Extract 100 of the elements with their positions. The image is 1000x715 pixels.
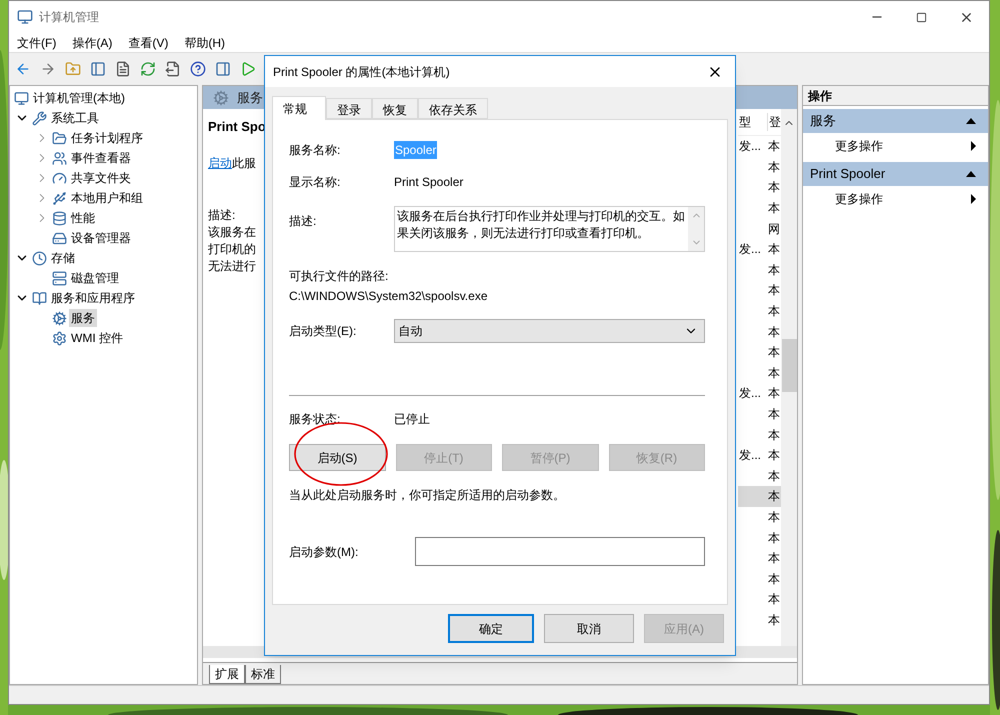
field-label: 可执行文件的路径:	[289, 268, 388, 285]
table-cell-text: 本	[768, 550, 780, 568]
field-label: 服务名称:	[289, 142, 342, 159]
tree-item[interactable]: 存储	[49, 249, 77, 267]
tree-item[interactable]: 计算机管理(本地)	[31, 89, 127, 107]
submenu-arrow-icon	[971, 194, 976, 204]
hint-text: 当从此处启动服务时，你可指定所适用的启动参数。	[289, 487, 565, 504]
tree-item[interactable]: 设备管理器	[69, 229, 133, 247]
table-cell-text: 本	[768, 344, 780, 362]
collapse-icon[interactable]	[966, 171, 976, 177]
table-cell: 发...	[739, 386, 762, 400]
usb-icon	[52, 190, 67, 206]
dialog-button[interactable]: 确定	[448, 614, 534, 643]
scrollbar[interactable]	[781, 109, 797, 646]
table-cell-text: 本	[768, 241, 780, 258]
book-icon	[32, 290, 47, 306]
description-box[interactable]: 该服务在后台执行打印作业并处理与打印机的交互。如果关闭该服务，则无法进行打印或查看打印机。	[394, 206, 705, 252]
table-cell-text: 本	[768, 200, 780, 218]
column-header: 型	[738, 113, 768, 131]
dialog-button[interactable]: 启动(S)	[289, 444, 386, 471]
users-icon	[52, 150, 67, 166]
tree-item[interactable]: 系统工具	[49, 109, 101, 127]
column-header: 登	[768, 114, 781, 131]
table-cell-text: 本	[768, 324, 780, 341]
tree-item[interactable]: 服务和应用程序	[49, 289, 137, 307]
table-cell-text: 本	[768, 612, 780, 629]
tree-item[interactable]: WMI 控件	[69, 329, 125, 347]
tree-item[interactable]: 任务计划程序	[69, 129, 145, 147]
table-cell-text: 本	[768, 406, 780, 424]
dialog-tab[interactable]: 依存关系	[418, 98, 488, 119]
description-text: 打印机的	[208, 240, 256, 258]
server-icon	[52, 270, 67, 286]
description-text: 无法进行	[208, 258, 256, 274]
table-cell-text: 本	[768, 468, 780, 485]
gear-icon	[52, 310, 67, 326]
computer-icon	[14, 90, 29, 106]
gear-icon	[52, 330, 67, 346]
table-cell-text: 本	[768, 488, 780, 506]
gauge-icon	[52, 170, 67, 186]
help-icon[interactable]	[188, 59, 208, 79]
table-cell-text: 本	[768, 385, 780, 402]
tree-item[interactable]: 磁盘管理	[69, 269, 121, 287]
description-label: 描述:	[208, 206, 236, 224]
table-cell-text: 本	[768, 530, 780, 547]
table-cell: 发...	[739, 242, 762, 256]
menu-item[interactable]: 文件(F)	[13, 34, 60, 52]
dialog-title: Print Spooler 的属性(本地计算机)	[273, 64, 451, 80]
tree-item[interactable]: 本地用户和组	[69, 189, 145, 207]
table-cell-text: 本	[768, 447, 780, 464]
startup-type-dropdown[interactable]: 自动	[394, 319, 705, 343]
section-header[interactable]: Print Spooler	[803, 162, 988, 186]
table-cell-text: 本	[768, 179, 780, 196]
table-cell-text: 本	[768, 591, 780, 608]
description-text: 该服务在	[208, 224, 256, 240]
menu-item[interactable]: 操作(A)	[68, 34, 116, 52]
table-cell-text: 网	[768, 220, 780, 238]
action-item[interactable]: 更多操作	[803, 186, 988, 212]
start-params-field[interactable]	[414, 537, 705, 566]
section-header[interactable]: 服务	[803, 109, 988, 133]
dialog-tab[interactable]: 登录	[326, 98, 372, 119]
table-row[interactable]: 本	[738, 486, 781, 507]
clock-icon	[32, 250, 47, 266]
service-title: Print Spo	[208, 118, 266, 136]
display-name-value: Print Spooler	[394, 174, 464, 191]
computer-icon	[17, 9, 33, 25]
wrench-icon	[32, 110, 47, 126]
dialog-tab[interactable]: 恢复	[372, 98, 418, 119]
path-value: C:\WINDOWS\System32\spoolsv.exe	[289, 288, 488, 305]
tree-item[interactable]: 事件查看器	[69, 149, 133, 167]
table-cell: 发...	[739, 139, 762, 154]
table-cell-text: 本	[768, 426, 780, 444]
tree-item[interactable]: 共享文件夹	[69, 169, 133, 187]
tree-item[interactable]: 服务	[69, 309, 97, 327]
gear-icon	[213, 90, 229, 106]
tree-item[interactable]: 性能	[69, 209, 97, 227]
dialog-tab[interactable]: 常规	[272, 96, 326, 120]
table-cell-text: 本	[768, 364, 780, 382]
start-link[interactable]: 启动	[208, 156, 232, 170]
maximize-icon	[916, 12, 927, 22]
actions-header: 操作	[803, 86, 988, 106]
table-cell-text: 本	[768, 262, 780, 279]
table-cell-text: 本	[768, 158, 780, 176]
drive-icon	[52, 230, 67, 246]
collapse-icon[interactable]	[966, 118, 976, 124]
menu-item[interactable]: 查看(V)	[124, 34, 172, 52]
view-tab[interactable]: 扩展	[209, 665, 245, 684]
scroll-thumb[interactable]	[782, 339, 796, 392]
view-tab[interactable]: 标准	[245, 665, 281, 684]
field-label: 启动类型(E):	[289, 323, 358, 340]
link-text: 此服	[232, 156, 256, 170]
window-title: 计算机管理	[39, 9, 100, 26]
folder-icon	[52, 130, 67, 146]
field-label: 描述:	[289, 213, 318, 230]
action-item[interactable]: 更多操作	[803, 133, 988, 159]
menu-item[interactable]: 帮助(H)	[180, 34, 229, 52]
table-cell-text: 本	[768, 138, 780, 156]
table-cell-text: 本	[768, 508, 780, 526]
dialog-button[interactable]: 取消	[544, 614, 634, 643]
table-cell-text: 本	[768, 570, 780, 588]
field-label: 显示名称:	[289, 174, 342, 191]
